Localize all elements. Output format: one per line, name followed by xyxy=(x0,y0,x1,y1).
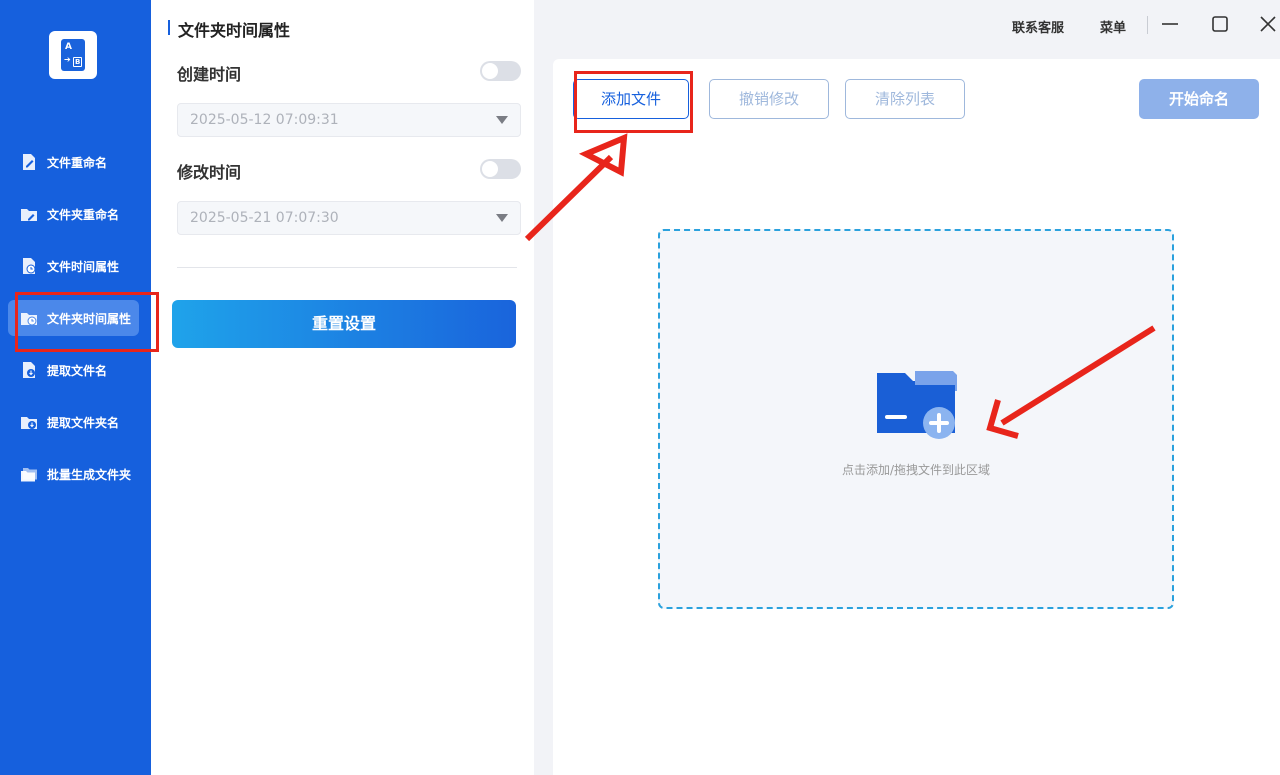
start-rename-button[interactable]: 开始命名 xyxy=(1139,79,1259,119)
drop-zone-hint: 点击添加/拖拽文件到此区域 xyxy=(841,463,991,477)
clear-list-button[interactable]: 清除列表 xyxy=(845,79,965,119)
sidebar-item-label: 批量生成文件夹 xyxy=(47,467,132,482)
sidebar-item-file-rename[interactable]: 文件重命名 xyxy=(8,144,139,180)
sidebar-item-label: 文件重命名 xyxy=(47,155,108,170)
sidebar-item-label: 提取文件名 xyxy=(47,363,108,378)
main-workspace: 添加文件 撤销修改 清除列表 开始命名 点击添加/拖拽文件到此区域 xyxy=(553,59,1280,775)
annotation-highlight-sidebar xyxy=(15,292,159,352)
sidebar-item-batch-create-folder[interactable]: 批量生成文件夹 xyxy=(8,456,139,492)
modified-time-picker[interactable]: 2025-05-21 07:07:30 xyxy=(177,201,521,235)
sidebar-item-label: 提取文件夹名 xyxy=(47,415,120,430)
extract-foldername-icon xyxy=(20,413,38,431)
folder-add-icon xyxy=(875,369,959,445)
file-rename-icon xyxy=(20,153,38,171)
sidebar-item-folder-rename[interactable]: 文件夹重命名 xyxy=(8,196,139,232)
extract-filename-icon xyxy=(20,361,38,379)
contact-support-link[interactable]: 联系客服 xyxy=(1012,17,1064,36)
file-time-icon xyxy=(20,257,38,275)
divider xyxy=(177,267,517,268)
maximize-icon[interactable] xyxy=(1210,14,1230,34)
created-time-value: 2025-05-12 07:09:31 xyxy=(190,112,339,128)
menu-button[interactable]: 菜单 xyxy=(1100,17,1126,36)
sidebar-item-label: 文件夹重命名 xyxy=(47,207,120,222)
close-icon[interactable] xyxy=(1258,14,1278,34)
chevron-down-icon xyxy=(496,214,508,222)
file-drop-zone[interactable]: 点击添加/拖拽文件到此区域 xyxy=(658,229,1174,609)
undo-changes-button[interactable]: 撤销修改 xyxy=(709,79,829,119)
created-time-picker[interactable]: 2025-05-12 07:09:31 xyxy=(177,103,521,137)
panel-title: 文件夹时间属性 xyxy=(168,17,290,41)
chevron-down-icon xyxy=(496,116,508,124)
minimize-icon[interactable] xyxy=(1160,14,1180,34)
folder-rename-icon xyxy=(20,205,38,223)
sidebar-item-extract-foldername[interactable]: 提取文件夹名 xyxy=(8,404,139,440)
modified-time-toggle[interactable] xyxy=(480,159,521,179)
reset-settings-button[interactable]: 重置设置 xyxy=(172,300,516,348)
divider xyxy=(1147,16,1148,34)
created-time-label: 创建时间 xyxy=(177,65,242,84)
annotation-highlight-add-file xyxy=(574,71,693,133)
created-time-toggle[interactable] xyxy=(480,61,521,81)
batch-create-folder-icon xyxy=(20,465,38,483)
modified-time-label: 修改时间 xyxy=(177,163,242,182)
settings-panel: 文件夹时间属性 创建时间 2025-05-12 07:09:31 修改时间 20… xyxy=(151,0,534,775)
sidebar: A ➔ B 文件重命名 文件夹重命名 文件时间属性 文件夹时间属性 提取文件名 xyxy=(0,0,151,775)
app-logo-icon: A ➔ B xyxy=(49,31,97,79)
sidebar-item-label: 文件时间属性 xyxy=(47,259,120,274)
sidebar-item-file-time[interactable]: 文件时间属性 xyxy=(8,248,139,284)
modified-time-value: 2025-05-21 07:07:30 xyxy=(190,210,339,226)
sidebar-item-extract-filename[interactable]: 提取文件名 xyxy=(8,352,139,388)
